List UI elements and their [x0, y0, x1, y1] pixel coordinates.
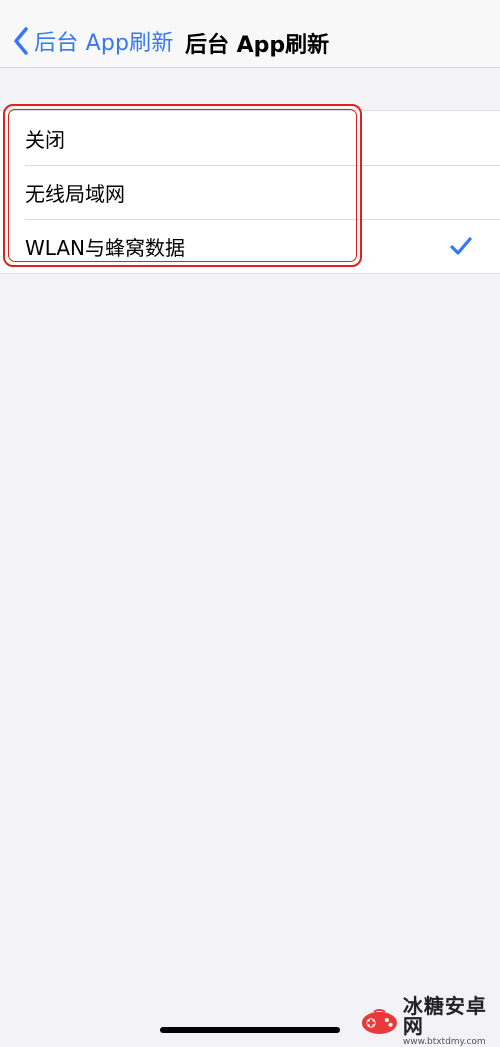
- home-indicator[interactable]: [160, 1027, 340, 1033]
- back-button[interactable]: 后台 App刷新: [12, 24, 174, 58]
- page-title: 后台 App刷新: [185, 33, 330, 58]
- back-button-label: 后台 App刷新: [34, 31, 174, 56]
- highlight-annotation: [3, 104, 362, 267]
- gamepad-logo-icon: [361, 1008, 398, 1034]
- navigation-bar: 后台 App刷新 后台 App刷新: [0, 0, 500, 68]
- watermark-name: 冰糖安卓网: [402, 994, 487, 1038]
- chevron-left-icon: [14, 27, 28, 55]
- checkmark-icon: [450, 237, 472, 255]
- watermark: 冰糖安卓网 www.btxtdmy.com: [360, 996, 500, 1047]
